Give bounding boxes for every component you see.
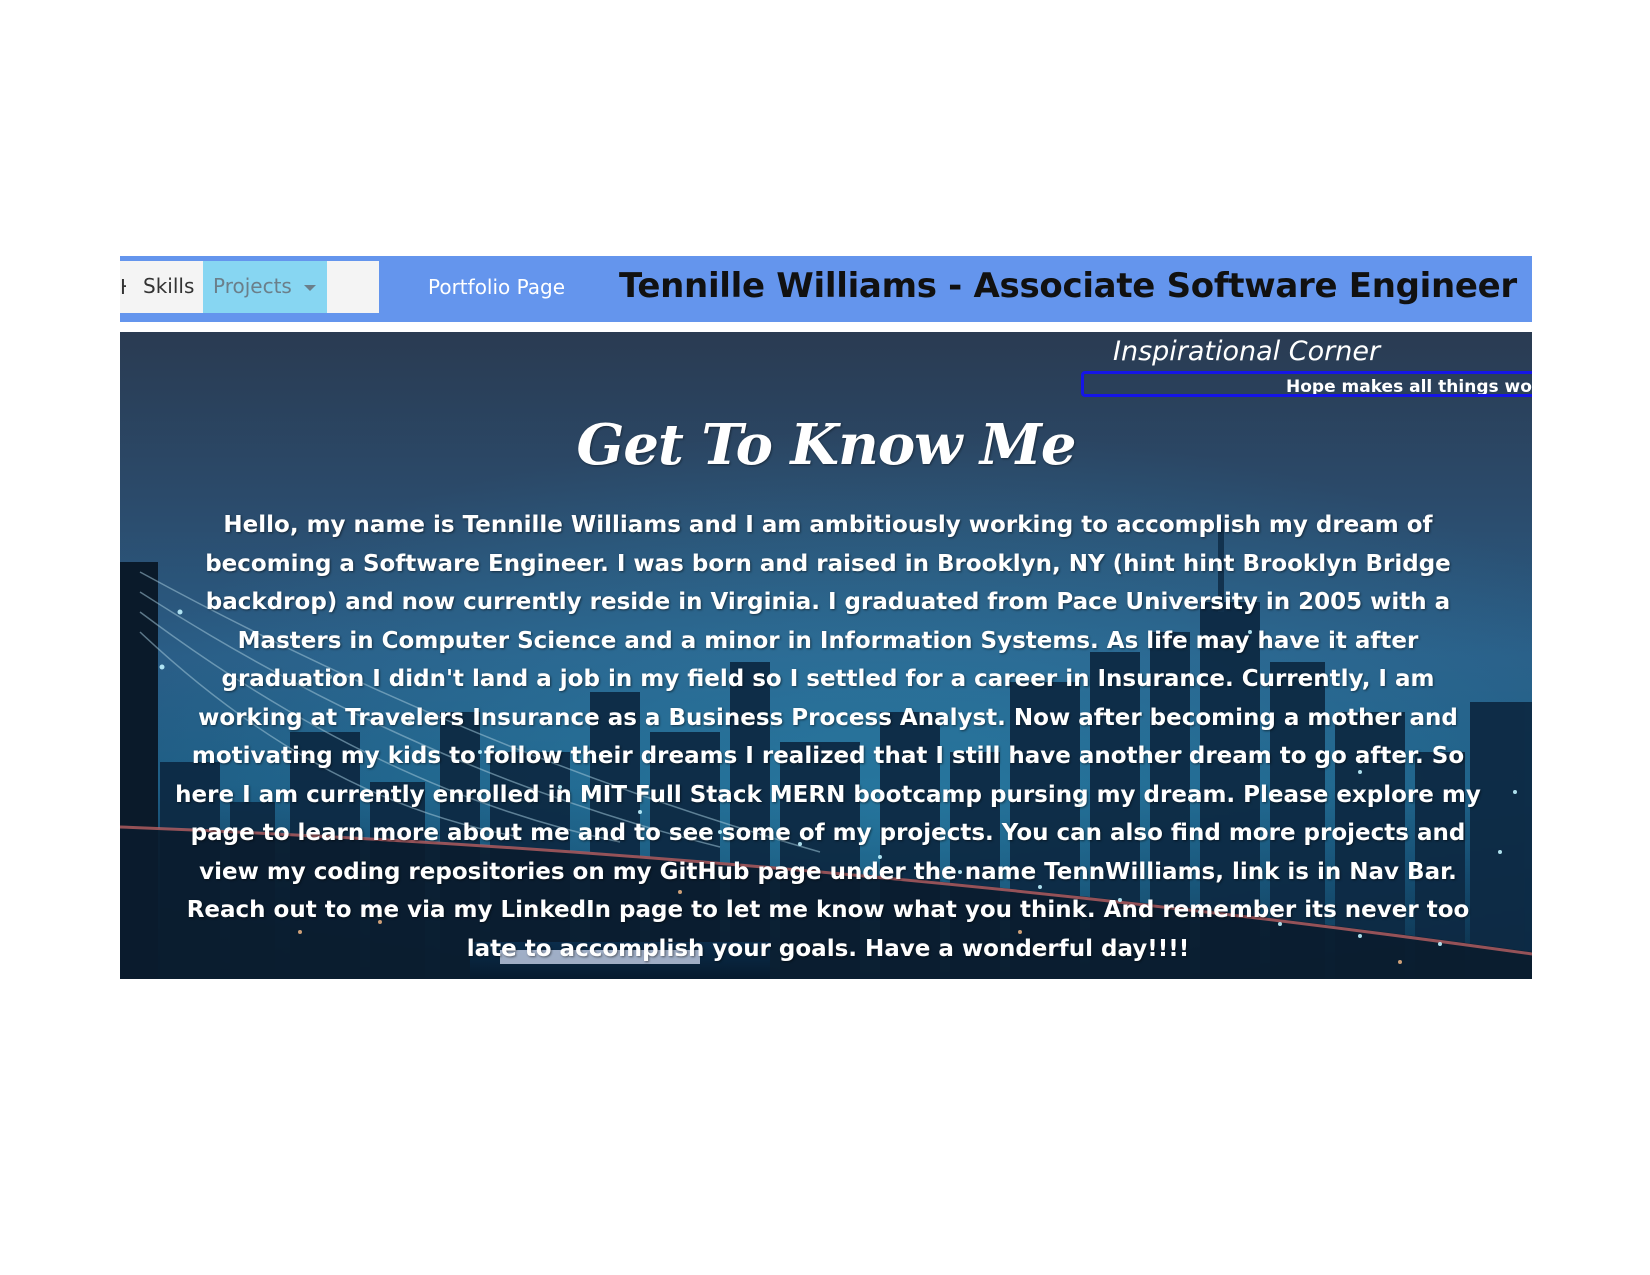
hero-section: Inspirational Corner Hope makes all thin… <box>120 332 1532 979</box>
quote-text: Hope makes all things wor <box>1286 377 1532 397</box>
nav-link-home[interactable]: Home <box>120 275 126 299</box>
chevron-down-icon <box>304 285 316 291</box>
navbar: Home Skills Projects Portfolio Page Tenn… <box>120 256 1532 322</box>
quote-marquee: Hope makes all things wor <box>1081 371 1532 397</box>
bio-paragraph: Hello, my name is Tennille Williams and … <box>175 512 1481 962</box>
page-frame: Home Skills Projects Portfolio Page Tenn… <box>120 256 1532 979</box>
page-title: Tennille Williams - Associate Software E… <box>619 266 1517 306</box>
nav-links: Home Skills Projects <box>120 261 379 313</box>
section-heading: Get To Know Me <box>576 412 1077 478</box>
nav-dropdown-projects[interactable]: Projects <box>203 261 327 313</box>
nav-projects-label: Projects <box>213 274 292 298</box>
nav-link-skills[interactable]: Skills <box>143 274 194 298</box>
inspirational-corner-title: Inspirational Corner <box>1113 336 1381 367</box>
nav-link-portfolio[interactable]: Portfolio Page <box>428 275 565 299</box>
